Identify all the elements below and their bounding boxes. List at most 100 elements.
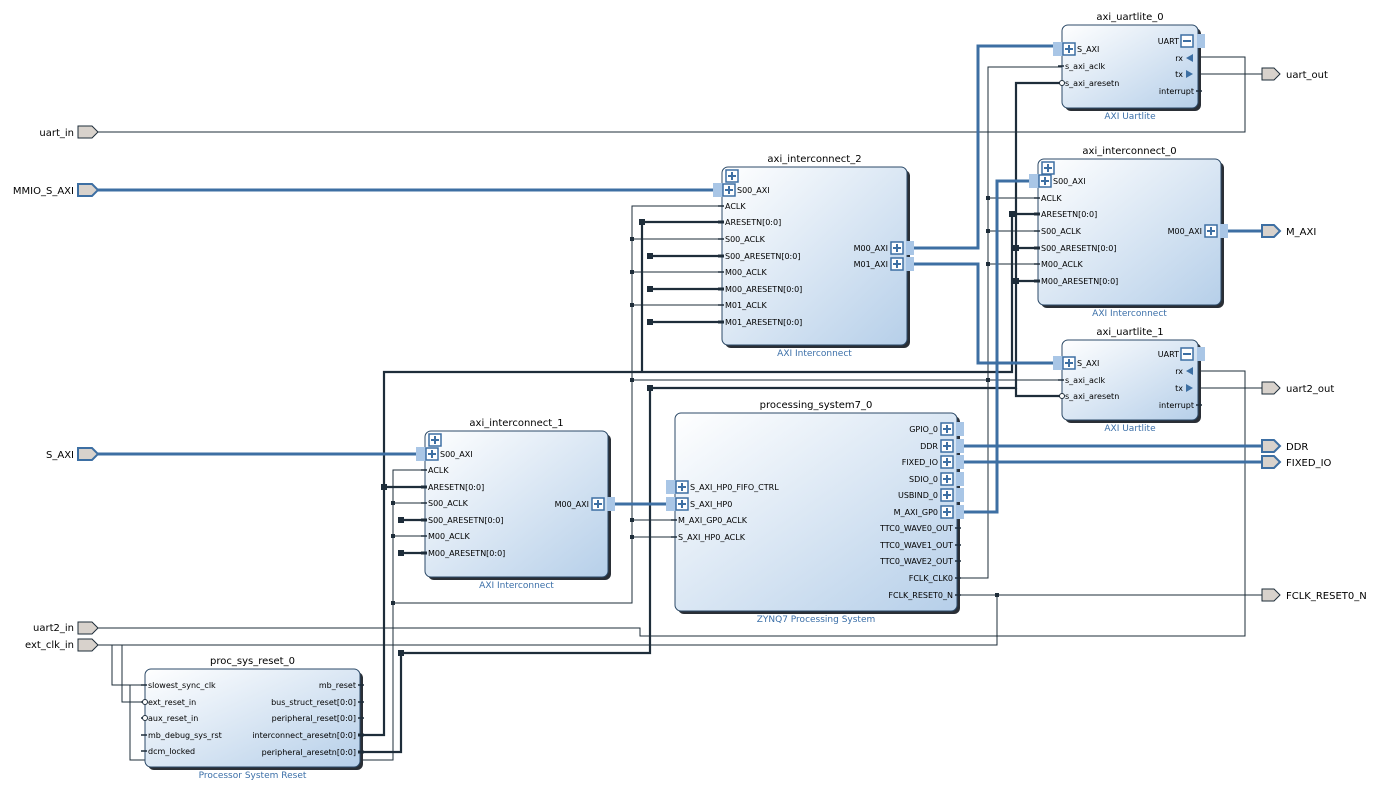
pin-aresetn-0-0-[interactable]: ARESETN[0:0] — [718, 218, 781, 227]
pin-s00-aclk[interactable]: S00_ACLK — [421, 499, 469, 508]
pin-label: M00_AXI — [854, 244, 888, 253]
pin-aresetn-0-0-[interactable]: ARESETN[0:0] — [1034, 210, 1097, 219]
expand-icon[interactable] — [890, 241, 904, 255]
expand-icon[interactable] — [722, 183, 736, 197]
expand-icon[interactable] — [591, 497, 605, 511]
expand-icon[interactable] — [1038, 174, 1052, 188]
port-ext-clk-in[interactable]: ext_clk_in — [25, 638, 99, 652]
pin-slowest-sync-clk[interactable]: slowest_sync_clk — [141, 681, 216, 690]
pin-s-axi-aclk[interactable]: s_axi_aclk — [1058, 62, 1106, 71]
pin-s-axi-hp0[interactable]: S_AXI_HP0 — [666, 497, 732, 511]
pin-m01-aclk[interactable]: M01_ACLK — [718, 301, 767, 310]
pin-ext-reset-in[interactable]: ext_reset_in — [141, 698, 196, 707]
pin-s00-aresetn-0-0-[interactable]: S00_ARESETN[0:0] — [718, 252, 800, 261]
port-label: uart_in — [39, 128, 74, 139]
block-axi-interconnect-2[interactable]: axi_interconnect_2 AXI Interconnect S00_AX… — [713, 154, 914, 359]
pin-interconnect-aresetn-0-0-[interactable]: interconnect_aresetn[0:0] — [252, 731, 364, 740]
expand-icon[interactable] — [725, 169, 739, 183]
pin-m00-aresetn-0-0-[interactable]: M00_ARESETN[0:0] — [718, 285, 802, 294]
pin-ttc0-wave0-out[interactable]: TTC0_WAVE0_OUT — [879, 524, 961, 533]
pin-aresetn-0-0-[interactable]: ARESETN[0:0] — [421, 483, 484, 492]
pin-ttc0-wave1-out[interactable]: TTC0_WAVE1_OUT — [879, 541, 961, 550]
pin-label: aux_reset_in — [148, 714, 198, 723]
pin-bus-struct-reset-0-0-[interactable]: bus_struct_reset[0:0] — [271, 698, 364, 707]
port-uart2-in[interactable]: uart2_in — [33, 621, 99, 635]
port-uart-in[interactable]: uart_in — [39, 125, 99, 139]
net-fclk-clk0[interactable] — [958, 379, 1062, 579]
pin-peripheral-reset-0-0-[interactable]: peripheral_reset[0:0] — [272, 714, 364, 723]
pin-s00-aclk[interactable]: S00_ACLK — [718, 235, 766, 244]
expand-icon[interactable] — [890, 257, 904, 271]
block-processing-system7-0[interactable]: processing_system7_0 ZYNQ7 Processing Sys… — [666, 400, 964, 625]
pin-fclk-reset0-n[interactable]: FCLK_RESET0_N — [888, 591, 961, 600]
pin-m00-aclk[interactable]: M00_ACLK — [421, 532, 470, 541]
pin-s00-aresetn-0-0-[interactable]: S00_ARESETN[0:0] — [1034, 244, 1116, 253]
block-design-canvas[interactable]: uart_in MMIO_S_AXI S_AXI uart2_in ext_cl… — [0, 0, 1375, 797]
pin-label: FCLK_CLK0 — [909, 574, 953, 583]
port-fixed-io[interactable]: FIXED_IO — [1261, 455, 1332, 469]
pin-s00-aresetn-0-0-[interactable]: S00_ARESETN[0:0] — [421, 516, 503, 525]
expand-icon[interactable] — [675, 497, 689, 511]
block-axi-interconnect-1[interactable]: axi_interconnect_1 AXI Interconnect S00_AX… — [416, 418, 615, 591]
pin-m00-aclk[interactable]: M00_ACLK — [1034, 260, 1083, 269]
pin-m-axi-gp0[interactable]: M_AXI_GP0 — [894, 505, 964, 519]
pin-m01-aresetn-0-0-[interactable]: M01_ARESETN[0:0] — [718, 318, 802, 327]
pin-mb-debug-sys-rst[interactable]: mb_debug_sys_rst — [141, 731, 222, 740]
net-ext-clk-in[interactable] — [98, 644, 145, 703]
expand-icon[interactable] — [940, 455, 954, 469]
expand-icon[interactable] — [425, 447, 439, 461]
expand-icon[interactable] — [940, 505, 954, 519]
pin-m00-aresetn-0-0-[interactable]: M00_ARESETN[0:0] — [1034, 277, 1118, 286]
pin-s-axi-hp0-fifo-ctrl[interactable]: S_AXI_HP0_FIFO_CTRL — [666, 480, 779, 494]
expand-icon[interactable] — [675, 480, 689, 494]
pin-m00-aclk[interactable]: M00_ACLK — [718, 268, 767, 277]
pin-label: s_axi_aclk — [1065, 62, 1106, 71]
collapse-icon[interactable] — [1180, 34, 1194, 48]
pin-s-axi[interactable]: S_AXI — [1053, 356, 1099, 370]
pin-s00-axi[interactable]: S00_AXI — [713, 183, 770, 197]
expand-icon[interactable] — [940, 472, 954, 486]
port-m-axi[interactable]: M_AXI — [1261, 224, 1316, 238]
pin-ddr[interactable]: DDR — [920, 439, 964, 453]
expand-icon[interactable] — [940, 439, 954, 453]
pin-s00-axi[interactable]: S00_AXI — [1029, 174, 1086, 188]
expand-icon[interactable] — [940, 422, 954, 436]
expand-icon[interactable] — [1204, 224, 1218, 238]
pin-ttc0-wave2-out[interactable]: TTC0_WAVE2_OUT — [879, 557, 961, 566]
pin-uart[interactable]: UART — [1158, 34, 1205, 48]
net-per-aresetn-u1[interactable] — [1014, 388, 1062, 398]
pin-s-axi-aresetn[interactable]: s_axi_aresetn — [1058, 392, 1119, 401]
expand-icon[interactable] — [1062, 42, 1076, 56]
block-axi-uartlite-0[interactable]: axi_uartlite_0 AXI Uartlite S_AXI s_axi_acl… — [1053, 12, 1205, 122]
port-mmio-s-axi[interactable]: MMIO_S_AXI — [13, 183, 100, 197]
pin-label: M01_AXI — [854, 260, 888, 269]
pin-m-axi-gp0-aclk[interactable]: M_AXI_GP0_ACLK — [671, 516, 748, 525]
pin-s-axi[interactable]: S_AXI — [1053, 42, 1099, 56]
expand-icon[interactable] — [1041, 161, 1055, 175]
pin-s-axi-hp0-aclk[interactable]: S_AXI_HP0_ACLK — [671, 533, 746, 542]
net-ic-aresetn-ic2[interactable] — [640, 220, 722, 372]
pin-m00-aresetn-0-0-[interactable]: M00_ARESETN[0:0] — [421, 549, 505, 558]
pin-aux-reset-in[interactable]: aux_reset_in — [141, 714, 198, 723]
block-axi-interconnect-0[interactable]: axi_interconnect_0 AXI Interconnect S00_AX… — [1029, 146, 1228, 319]
pin-label: M00_ACLK — [428, 532, 470, 541]
port-uart-out[interactable]: uart_out — [1261, 67, 1328, 81]
pin-s-axi-aclk[interactable]: s_axi_aclk — [1058, 376, 1106, 385]
expand-icon[interactable] — [1062, 356, 1076, 370]
collapse-icon[interactable] — [1180, 347, 1194, 361]
pin-stub — [416, 447, 426, 461]
port-fclk-reset0-n[interactable]: FCLK_RESET0_N — [1261, 588, 1367, 602]
pin-s00-axi[interactable]: S00_AXI — [416, 447, 473, 461]
expand-icon[interactable] — [428, 433, 442, 447]
pin-peripheral-aresetn-0-0-[interactable]: peripheral_aresetn[0:0] — [262, 748, 364, 757]
pin-dcm-locked[interactable]: dcm_locked — [141, 747, 195, 756]
port-uart2-out[interactable]: uart2_out — [1261, 381, 1334, 395]
port-ddr[interactable]: DDR — [1261, 439, 1308, 453]
pin-s00-aclk[interactable]: S00_ACLK — [1034, 227, 1082, 236]
block-proc-sys-reset-0[interactable]: proc_sys_reset_0 Processor System Reset sl… — [141, 656, 364, 781]
pin-s-axi-aresetn[interactable]: s_axi_aresetn — [1058, 79, 1119, 88]
pin-uart[interactable]: UART — [1158, 347, 1205, 361]
block-axi-uartlite-1[interactable]: axi_uartlite_1 AXI Uartlite S_AXI s_axi_acl… — [1053, 327, 1205, 434]
port-s-axi[interactable]: S_AXI — [46, 447, 100, 461]
expand-icon[interactable] — [940, 488, 954, 502]
